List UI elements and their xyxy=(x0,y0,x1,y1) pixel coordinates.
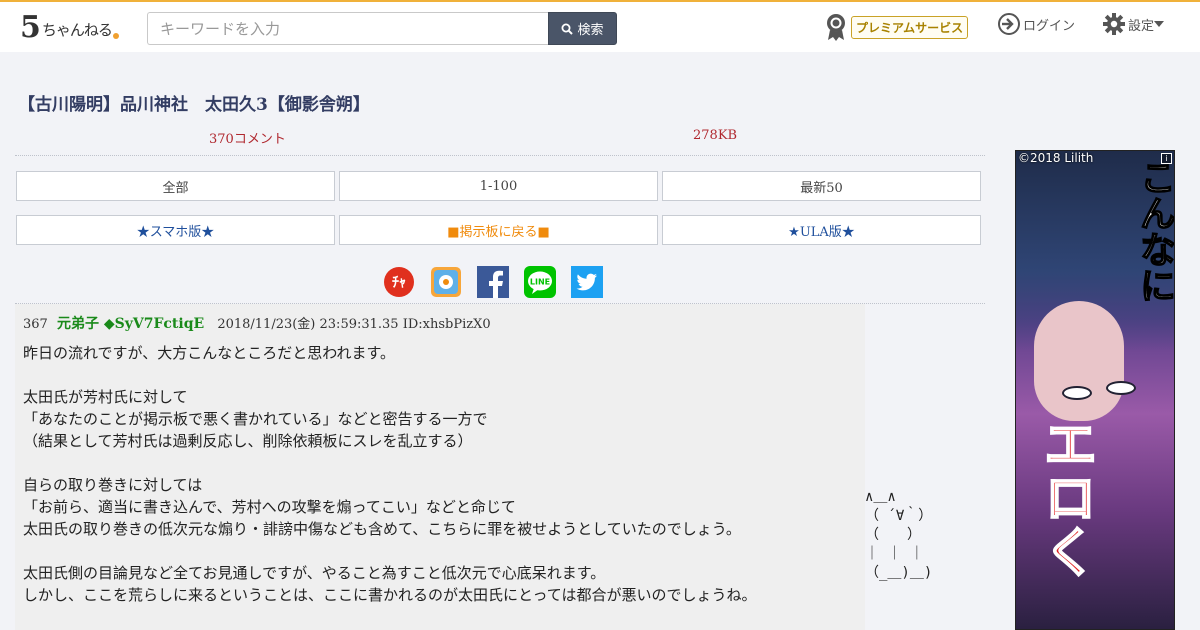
logo-text: ちゃんねる xyxy=(41,21,113,39)
show-all-button[interactable]: 全部 xyxy=(16,171,335,201)
ad-illustration-eye xyxy=(1062,386,1092,400)
post-line: 「あなたのことが掲示板で悪く書かれている」などと密告する一方で xyxy=(23,410,488,428)
comment-count: 370コメント xyxy=(209,132,286,147)
five-ch-icon[interactable]: ﾁｬ xyxy=(383,266,415,298)
post-line: 昨日の流れですが、大方こんなところだと思われます。 xyxy=(23,344,396,362)
thread-title: 【古川陽明】品川神社 太田久3【御影舎朔】 xyxy=(18,95,370,115)
latest-50-button[interactable]: 最新50 xyxy=(662,171,981,201)
search-icon xyxy=(561,23,574,35)
twitter-icon[interactable] xyxy=(571,266,603,298)
smartphone-version-link[interactable]: ★スマホ版★ xyxy=(16,215,335,245)
post-paragraph: 自らの取り巻きに対しては 「お前ら、適当に書き込んで、芳村への攻撃を煽ってこい」… xyxy=(23,474,863,540)
logo-mark: 5 xyxy=(20,10,41,45)
post-id[interactable]: ID:xhsbPizX0 xyxy=(403,317,491,332)
logo-dot xyxy=(112,33,119,39)
ad-headline-red: エロく xyxy=(1033,415,1098,579)
thread-size: 278KB xyxy=(693,128,738,143)
post-datetime: 2018/11/23(金) 23:59:31.35 xyxy=(217,317,399,332)
back-to-board-link[interactable]: ■掲示板に戻る■ xyxy=(339,215,658,245)
post-body: 昨日の流れですが、大方こんなところだと思われます。 太田氏が芳村氏に対して 「あ… xyxy=(23,342,863,628)
range-1-100-button[interactable]: 1-100 xyxy=(339,171,658,201)
line-icon-label: LINE xyxy=(530,278,550,287)
settings-menu[interactable]: 設定 xyxy=(1102,12,1165,36)
login-link[interactable]: ログイン xyxy=(997,12,1075,36)
post-paragraph: 昨日の流れですが、大方こんなところだと思われます。 xyxy=(23,342,863,364)
site-logo[interactable]: 5 ちゃんねる xyxy=(20,10,119,45)
post-line: 太田氏が芳村氏に対して xyxy=(23,388,188,406)
premium-service-link[interactable]: プレミアムサービス xyxy=(824,12,969,42)
share-bar: ﾁｬ LINE xyxy=(15,254,985,304)
advertisement-banner[interactable]: ©2018 Lilith i こんなに エロく xyxy=(1015,150,1175,630)
search-button-label: 検索 xyxy=(577,23,604,38)
post-author: 元弟子 ◆SyV7FctiqE xyxy=(56,316,205,332)
post-line: 「お前ら、適当に書き込んで、芳村への攻撃を煽ってこい」などと命じて xyxy=(23,498,516,516)
ula-version-link[interactable]: ★ULA版★ xyxy=(662,215,981,245)
thread-meta: 370コメント 278KB xyxy=(15,128,985,156)
ad-illustration-eye xyxy=(1106,381,1136,395)
post-paragraph: 太田氏が芳村氏に対して 「あなたのことが掲示板で悪く書かれている」などと密告する… xyxy=(23,386,863,452)
post-line: （結果として芳村氏は過剰反応し、削除依頼板にスレを乱立する） xyxy=(23,432,473,450)
post-paragraph: 太田氏側の目論見など全てお見通しですが、やること為すこと低次元で心底呆れます。 … xyxy=(23,562,863,606)
gear-icon xyxy=(1103,13,1125,35)
ad-headline: こんなに xyxy=(1133,158,1175,304)
post: 367 元弟子 ◆SyV7FctiqE 2018/11/23(金) 23:59:… xyxy=(15,304,865,630)
ad-copyright: ©2018 Lilith xyxy=(1018,151,1094,165)
post-header: 367 元弟子 ◆SyV7FctiqE 2018/11/23(金) 23:59:… xyxy=(23,313,491,333)
ascii-art-cat: ∧＿∧ （ ´∀｀） （ ） ｜ ｜ ｜ （_＿)＿) xyxy=(865,489,933,581)
caret-down-icon xyxy=(1154,21,1165,27)
settings-label: 設定 xyxy=(1128,18,1155,34)
award-ribbon-icon xyxy=(827,14,845,41)
site-header: 5 ちゃんねる 検索 プレミアムサービス ログイン xyxy=(0,0,1200,52)
post-line: 太田氏側の目論見など全てお見通しですが、やること為すこと低次元で心底呆れます。 xyxy=(23,564,606,582)
ad-illustration-face xyxy=(1034,301,1136,421)
line-icon[interactable]: LINE xyxy=(524,266,556,298)
login-label: ログイン xyxy=(1023,18,1076,34)
post-number[interactable]: 367 xyxy=(23,317,48,332)
post-line: 太田氏の取り巻きの低次元な煽り・誹謗中傷なども含めて、こちらに罪を被せようとして… xyxy=(23,520,741,538)
login-icon xyxy=(998,13,1020,35)
post-line: しかし、ここを荒らしに来るということは、ここに書かれるのが太田氏にとっては都合が… xyxy=(23,586,757,604)
facebook-icon[interactable] xyxy=(477,266,509,298)
svg-text:ﾁｬ: ﾁｬ xyxy=(392,275,406,291)
post-line: 自らの取り巻きに対しては xyxy=(23,476,203,494)
premium-service-label: プレミアムサービス xyxy=(851,15,969,39)
search-input[interactable] xyxy=(147,12,549,45)
search-button[interactable]: 検索 xyxy=(548,12,617,45)
blog-icon[interactable] xyxy=(430,266,462,298)
